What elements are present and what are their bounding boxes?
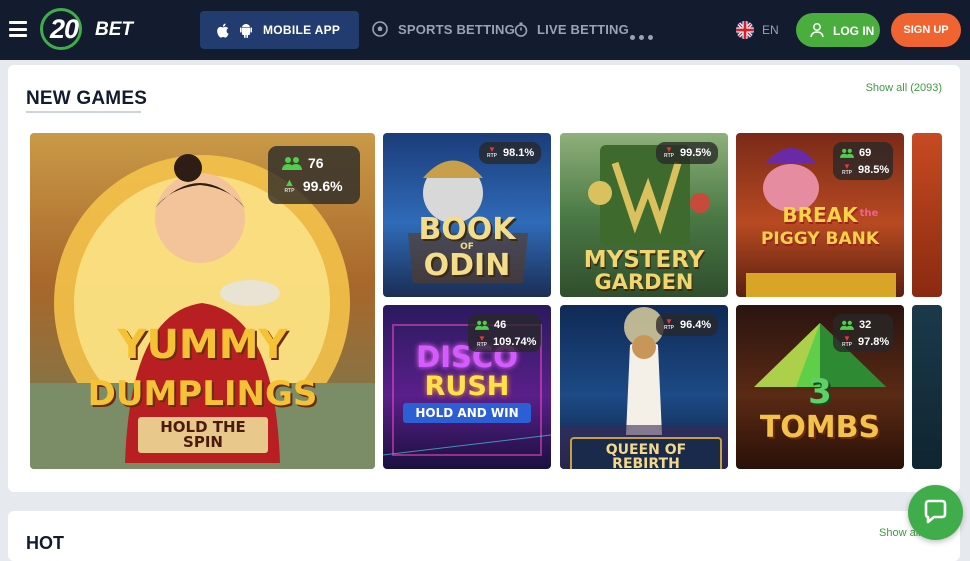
game-title-line-2: GARDEN [594,270,694,294]
game-stats-badge: 76 ▲ RTP 99.6% [268,146,360,204]
rtp-down-icon: ▼ RTP [664,317,674,331]
game-subtitle: HOLD AND WIN [403,403,531,423]
rtp-value: 109.74% [493,335,537,348]
players-icon [840,320,854,330]
game-tile-book-of-odin[interactable]: BOOK OF ODIN ▼ RTP 98.1% [383,133,551,297]
top-header: 20 BET MOBILE APP SPORTS BETTING LIVE BE… [0,0,970,60]
section-title: HOT [26,533,64,553]
rtp-value: 96.4% [680,318,712,331]
uk-flag-icon [736,21,754,39]
game-title-line-2: PIGGY BANK [760,229,880,249]
rtp-value: 99.5% [680,146,712,159]
user-icon [810,23,824,38]
chat-bubble-icon [924,499,947,524]
game-tile-3-tombs[interactable]: 3 TOMBS 32 ▼ RTP 97.8% [736,305,904,469]
game-title-line-2: DUMPLINGS [87,374,318,414]
apple-icon [217,23,229,38]
game-tile-yummy-dumplings[interactable]: YUMMY DUMPLINGS HOLD THE SPIN 76 ▲ RTP 99… [30,133,375,469]
stopwatch-icon [514,22,528,37]
login-button[interactable]: LOG IN [796,13,880,47]
language-label: EN [762,23,779,37]
game-title-line-2: ODIN [423,248,511,283]
game-tile-partial[interactable] [912,133,942,297]
players-count: 46 [494,319,507,331]
rtp-down-icon: ▼ RTP [477,334,487,348]
login-label: LOG IN [833,24,875,38]
rtp-value: 97.8% [858,335,890,348]
players-icon [282,157,302,170]
game-subtitle: HOLD THE SPIN [138,417,268,453]
signup-button[interactable]: SIGN UP [891,13,961,47]
logo[interactable]: 20 BET [40,8,135,50]
rtp-value: 98.5% [858,163,890,176]
rtp-up-icon: ▲ RTP [284,177,295,194]
rtp-down-icon: ▼ RTP [487,145,497,159]
game-title-line-1: BOOK [418,212,516,247]
players-count: 76 [308,155,324,171]
logo-word: BET [95,19,133,40]
game-stats-badge: ▼ RTP 96.4% [656,314,718,336]
android-icon [240,24,252,38]
nav-live-betting[interactable]: LIVE BETTING [537,22,629,37]
game-title-line-1: MYSTERY [583,247,705,273]
mobile-app-button[interactable]: MOBILE APP [200,11,359,49]
game-title-line-1: QUEEN OF REBIRTH [570,437,722,469]
logo-number: 20 [50,14,79,44]
players-icon [840,148,854,158]
game-title-line-2: RUSH [424,371,510,402]
show-all-link[interactable]: Show all (2093) [866,82,942,94]
game-stats-badge: 69 ▼ RTP 98.5% [833,142,893,180]
game-tile-queen-of-rebirth[interactable]: QUEEN OF REBIRTH ▼ RTP 96.4% [560,305,728,469]
players-icon [475,320,489,330]
players-count: 69 [859,147,872,159]
menu-icon[interactable] [9,21,27,37]
rtp-down-icon: ▼ RTP [842,162,852,176]
game-title-line-1: YUMMY [117,322,288,368]
game-tile-partial[interactable] [912,305,942,469]
game-title-line-2: TOMBS [759,410,881,445]
more-dots-icon[interactable] [630,27,658,40]
rtp-value: 98.1% [503,146,535,159]
game-title-line-1: 3 [808,372,832,412]
rtp-value: 99.6% [302,178,343,194]
nav-sports-betting[interactable]: SPORTS BETTING [398,22,515,37]
game-stats-badge: ▼ RTP 98.1% [479,142,541,164]
title-underline [26,111,141,113]
language-selector[interactable]: EN [736,20,782,40]
live-chat-button[interactable] [908,485,963,540]
soccer-ball-icon [372,21,388,37]
section-title: NEW GAMES [26,88,148,109]
mobile-app-label: MOBILE APP [263,23,341,37]
game-tile-disco-rush[interactable]: DISCO RUSH HOLD AND WIN 46 ▼ RTP 109.74% [383,305,551,469]
game-subtitle: the [859,208,879,219]
game-tile-break-piggy-bank[interactable]: BREAK the PIGGY BANK 69 ▼ RTP 98.5% [736,133,904,297]
game-stats-badge: 46 ▼ RTP 109.74% [468,314,541,352]
game-stats-badge: 32 ▼ RTP 97.8% [833,314,893,352]
players-count: 32 [859,319,872,331]
game-stats-badge: ▼ RTP 99.5% [656,142,718,164]
new-games-section: NEW GAMES Show all (2093) YUMMY DUMPLING… [8,65,960,492]
rtp-down-icon: ▼ RTP [842,334,852,348]
rtp-down-icon: ▼ RTP [664,145,674,159]
game-tile-mystery-garden[interactable]: MYSTERY GARDEN ▼ RTP 99.5% [560,133,728,297]
hot-section: HOT Show all ( [8,511,960,561]
